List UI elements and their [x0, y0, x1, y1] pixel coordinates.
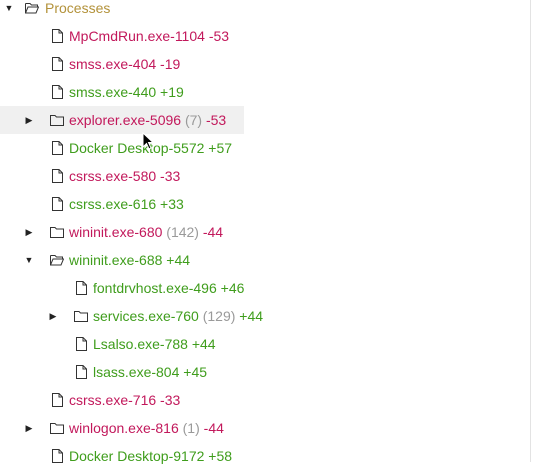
delta-value: -53 [205, 112, 227, 128]
tree-row[interactable]: ▼ wininit.exe-688 +44 [0, 246, 530, 274]
folder-open-icon [25, 0, 39, 16]
process-name: Lsalso.exe-788 [93, 336, 188, 352]
delta-value: +45 [183, 364, 208, 380]
tree-row[interactable]: lsass.exe-804 +45 [0, 358, 530, 386]
process-name: services.exe-760 [93, 308, 199, 324]
tree-row[interactable]: csrss.exe-616 +33 [0, 190, 530, 218]
process-name: MpCmdRun.exe-1104 [69, 28, 205, 44]
process-label: services.exe-760 (129) +44 [93, 308, 263, 324]
process-label: wininit.exe-688 +44 [69, 252, 190, 268]
delta-value: +44 [191, 336, 216, 352]
process-name: csrss.exe-716 [69, 392, 157, 408]
process-name: explorer.exe-5096 [69, 112, 182, 128]
process-name: lsass.exe-804 [93, 364, 180, 380]
delta-value: -33 [160, 392, 181, 408]
tree-row[interactable]: csrss.exe-716 -33 [0, 386, 530, 414]
folder-icon [50, 224, 64, 240]
process-name: csrss.exe-616 [69, 196, 157, 212]
tree-row[interactable]: fontdrvhost.exe-496 +46 [0, 274, 530, 302]
process-name: wininit.exe-680 [69, 224, 163, 240]
tree-row[interactable]: smss.exe-440 +19 [0, 78, 530, 106]
tree-row[interactable]: Docker Desktop-5572 +57 [0, 134, 530, 162]
folder-open-icon [50, 252, 64, 268]
folder-icon [50, 420, 64, 436]
child-count: (129) [202, 308, 236, 324]
tree-row[interactable]: ▶ winlogon.exe-816 (1) -44 [0, 414, 530, 442]
chevron-right-icon[interactable]: ▶ [24, 227, 34, 237]
process-name: Docker Desktop-5572 [69, 140, 205, 156]
file-icon [74, 336, 88, 352]
chevron-down-icon[interactable]: ▼ [4, 3, 14, 13]
delta-value: +46 [220, 280, 245, 296]
process-label: csrss.exe-580 -33 [69, 168, 180, 184]
process-tree: ▼ Processes MpCmdRun.exe-1104 -53 smss.ex… [0, 0, 530, 470]
file-icon [50, 168, 64, 184]
process-name: fontdrvhost.exe-496 [93, 280, 217, 296]
file-icon [50, 28, 64, 44]
process-label: winlogon.exe-816 (1) -44 [69, 420, 224, 436]
process-name: winlogon.exe-816 [69, 420, 179, 436]
tree-row[interactable]: smss.exe-404 -19 [0, 50, 530, 78]
process-label: lsass.exe-804 +45 [93, 364, 207, 380]
mouse-cursor-icon [142, 132, 154, 150]
process-label: smss.exe-440 +19 [69, 84, 184, 100]
process-name: wininit.exe-688 [69, 252, 163, 268]
tree-row[interactable]: Docker Desktop-9172 +58 [0, 442, 530, 470]
delta-value: -53 [208, 28, 230, 44]
chevron-down-icon[interactable]: ▼ [24, 255, 34, 265]
file-icon [50, 392, 64, 408]
process-label: csrss.exe-616 +33 [69, 196, 184, 212]
process-label: wininit.exe-680 (142) -44 [69, 224, 223, 240]
tree-row[interactable]: Lsalso.exe-788 +44 [0, 330, 530, 358]
tree-root-label: Processes [45, 0, 111, 16]
process-name: smss.exe-404 [69, 56, 157, 72]
folder-icon [50, 112, 64, 128]
process-label: csrss.exe-716 -33 [69, 392, 180, 408]
delta-value: +33 [160, 196, 184, 212]
chevron-right-icon[interactable]: ▶ [24, 423, 34, 433]
delta-value: -44 [202, 224, 224, 240]
process-label: smss.exe-404 -19 [69, 56, 180, 72]
file-icon [50, 56, 64, 72]
delta-value: -44 [203, 420, 224, 436]
chevron-right-icon[interactable]: ▶ [48, 311, 58, 321]
child-count: (7) [184, 112, 203, 128]
child-count: (1) [182, 420, 200, 436]
file-icon [50, 84, 64, 100]
file-icon [50, 140, 64, 156]
delta-value: +57 [208, 140, 233, 156]
tree-row[interactable]: ▶ wininit.exe-680 (142) -44 [0, 218, 530, 246]
delta-value: -19 [160, 56, 181, 72]
tree-root-row[interactable]: ▼ Processes [0, 0, 530, 22]
panel-border [530, 0, 531, 462]
delta-value: -33 [160, 168, 181, 184]
delta-value: +19 [160, 84, 184, 100]
tree-row[interactable]: MpCmdRun.exe-1104 -53 [0, 22, 530, 50]
delta-value: +44 [166, 252, 191, 268]
tree-row[interactable]: ▶ explorer.exe-5096 (7) -53 [0, 106, 244, 134]
folder-icon [74, 308, 88, 324]
tree-row[interactable]: csrss.exe-580 -33 [0, 162, 530, 190]
chevron-right-icon[interactable]: ▶ [24, 115, 34, 125]
file-icon [74, 280, 88, 296]
process-name: csrss.exe-580 [69, 168, 157, 184]
process-label: fontdrvhost.exe-496 +46 [93, 280, 244, 296]
process-label: explorer.exe-5096 (7) -53 [69, 112, 226, 128]
file-icon [50, 196, 64, 212]
process-label: MpCmdRun.exe-1104 -53 [69, 28, 229, 44]
process-label: Lsalso.exe-788 +44 [93, 336, 216, 352]
child-count: (142) [166, 224, 199, 240]
tree-row[interactable]: ▶ services.exe-760 (129) +44 [0, 302, 530, 330]
file-icon [74, 364, 88, 380]
process-name: smss.exe-440 [69, 84, 157, 100]
delta-value: +44 [239, 308, 264, 324]
